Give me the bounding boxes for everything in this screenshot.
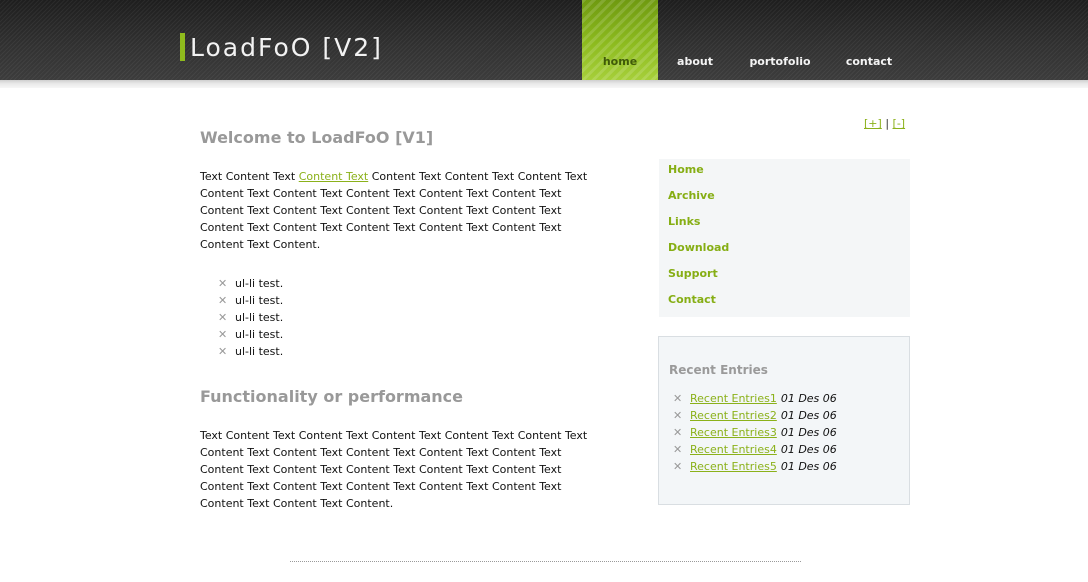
x-mark-icon: ✕ bbox=[218, 294, 228, 307]
font-increase-link[interactable]: [+] bbox=[864, 117, 882, 130]
list-item: ✕ ul-li test. bbox=[218, 309, 283, 326]
bullet-list: ✕ ul-li test. ✕ ul-li test. ✕ ul-li test. ✕… bbox=[218, 275, 283, 360]
recent-entries-box: Recent Entries ✕ Recent Entries1 01 Des 06… bbox=[658, 336, 910, 505]
recent-entry-date: 01 Des 06 bbox=[780, 460, 837, 473]
x-mark-icon: ✕ bbox=[218, 345, 228, 358]
recent-entry: ✕ Recent Entries4 01 Des 06 bbox=[673, 441, 837, 458]
logo-accent-bar bbox=[180, 33, 185, 61]
nav-about[interactable]: about bbox=[670, 0, 720, 80]
content-text-link[interactable]: Content Text bbox=[299, 170, 369, 183]
font-decrease-link[interactable]: [-] bbox=[893, 117, 906, 130]
list-item: ✕ ul-li test. bbox=[218, 292, 283, 309]
recent-entry-date: 01 Des 06 bbox=[780, 443, 837, 456]
nav-portofolio[interactable]: portofolio bbox=[744, 0, 816, 80]
recent-entry: ✕ Recent Entries5 01 Des 06 bbox=[673, 458, 837, 475]
functionality-paragraph: Text Content Text Content Text Content T… bbox=[200, 429, 588, 510]
sidebar-item-links[interactable]: Links bbox=[668, 215, 700, 228]
recent-entry-date: 01 Des 06 bbox=[780, 392, 837, 405]
recent-entries-title: Recent Entries bbox=[669, 363, 768, 377]
x-mark-icon: ✕ bbox=[673, 460, 683, 473]
sidebar-item-home[interactable]: Home bbox=[668, 163, 704, 176]
recent-entry-link[interactable]: Recent Entries1 bbox=[690, 392, 777, 405]
x-mark-icon: ✕ bbox=[218, 277, 228, 290]
list-item: ✕ ul-li test. bbox=[218, 275, 283, 292]
recent-entry: ✕ Recent Entries2 01 Des 06 bbox=[673, 407, 837, 424]
welcome-paragraph: Text Content Text Content Text Content T… bbox=[200, 168, 590, 253]
footer-divider bbox=[290, 561, 801, 562]
list-item: ✕ ul-li test. bbox=[218, 326, 283, 343]
font-size-separator: | bbox=[885, 117, 890, 130]
list-item-text: ul-li test. bbox=[235, 328, 284, 341]
font-size-controls: [+] | [-] bbox=[864, 117, 905, 130]
x-mark-icon: ✕ bbox=[673, 392, 683, 405]
recent-entry-link[interactable]: Recent Entries5 bbox=[690, 460, 777, 473]
recent-entries-list: ✕ Recent Entries1 01 Des 06 ✕ Recent Entrie… bbox=[673, 390, 837, 475]
sidebar-item-support[interactable]: Support bbox=[668, 267, 718, 280]
list-item-text: ul-li test. bbox=[235, 277, 284, 290]
x-mark-icon: ✕ bbox=[673, 443, 683, 456]
recent-entry-link[interactable]: Recent Entries2 bbox=[690, 409, 777, 422]
sidebar-item-contact[interactable]: Contact bbox=[668, 293, 716, 306]
recent-entry-date: 01 Des 06 bbox=[780, 409, 837, 422]
site-header: LoadFoO [V2] home about portofolio conta… bbox=[0, 0, 1088, 80]
list-item-text: ul-li test. bbox=[235, 311, 284, 324]
functionality-heading: Functionality or performance bbox=[200, 387, 464, 406]
list-item: ✕ ul-li test. bbox=[218, 343, 283, 360]
x-mark-icon: ✕ bbox=[218, 311, 228, 324]
recent-entry-link[interactable]: Recent Entries4 bbox=[690, 443, 777, 456]
x-mark-icon: ✕ bbox=[218, 328, 228, 341]
recent-entry: ✕ Recent Entries3 01 Des 06 bbox=[673, 424, 837, 441]
nav-contact[interactable]: contact bbox=[838, 0, 900, 80]
nav-home[interactable]: home bbox=[582, 0, 658, 80]
x-mark-icon: ✕ bbox=[673, 426, 683, 439]
welcome-heading: Welcome to LoadFoO [V1] bbox=[200, 128, 434, 147]
recent-entry-link[interactable]: Recent Entries3 bbox=[690, 426, 777, 439]
sidebar-item-archive[interactable]: Archive bbox=[668, 189, 715, 202]
sidebar-item-download[interactable]: Download bbox=[668, 241, 729, 254]
recent-entry-date: 01 Des 06 bbox=[780, 426, 837, 439]
recent-entry: ✕ Recent Entries1 01 Des 06 bbox=[673, 390, 837, 407]
header-divider bbox=[0, 80, 1088, 88]
sidebar-menu: Home Archive Links Download Support Cont… bbox=[659, 159, 910, 317]
x-mark-icon: ✕ bbox=[673, 409, 683, 422]
site-logo[interactable]: LoadFoO [V2] bbox=[190, 33, 383, 63]
list-item-text: ul-li test. bbox=[235, 345, 284, 358]
list-item-text: ul-li test. bbox=[235, 294, 284, 307]
para-text-start: Text Content Text bbox=[200, 170, 299, 183]
